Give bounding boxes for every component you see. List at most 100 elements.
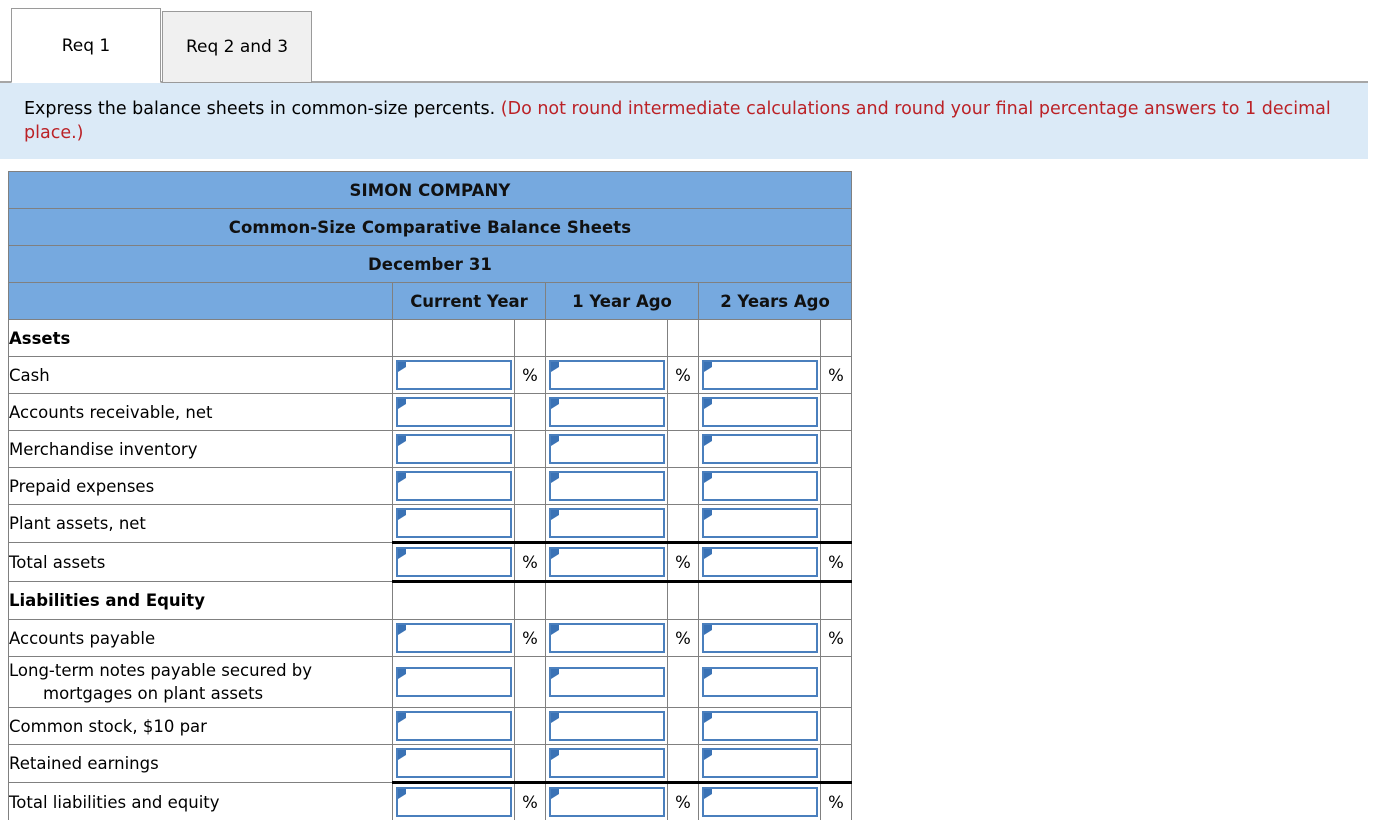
value-cell[interactable] xyxy=(545,656,668,708)
percent-input[interactable] xyxy=(701,508,818,538)
tab-req-2-and-3[interactable]: Req 2 and 3 xyxy=(162,11,312,83)
value-cell[interactable] xyxy=(392,430,515,468)
value-cell[interactable] xyxy=(392,707,515,745)
row-label: Prepaid expenses xyxy=(8,467,393,505)
row-label: Merchandise inventory xyxy=(8,430,393,468)
value-cell[interactable] xyxy=(698,781,821,820)
sheet-row: Common stock, $10 par xyxy=(8,707,852,745)
value-cell[interactable] xyxy=(392,781,515,820)
percent-input[interactable] xyxy=(395,547,512,577)
percent-input[interactable] xyxy=(701,360,818,390)
percent-input[interactable] xyxy=(395,471,512,501)
value-cell[interactable] xyxy=(545,781,668,820)
percent-input[interactable] xyxy=(701,711,818,741)
value-cell[interactable] xyxy=(698,707,821,745)
value-cell[interactable] xyxy=(545,541,668,583)
value-cell[interactable] xyxy=(545,430,668,468)
value-cell[interactable] xyxy=(392,541,515,583)
percent-input[interactable] xyxy=(548,397,665,427)
column-header-row: Current Year 1 Year Ago 2 Years Ago xyxy=(8,282,852,320)
percent-input[interactable] xyxy=(548,787,665,817)
sheet-title-line: December 31 xyxy=(8,245,852,283)
percent-suffix-cell xyxy=(514,656,546,708)
value-cell[interactable] xyxy=(698,356,821,394)
value-cell[interactable] xyxy=(392,467,515,505)
value-cell[interactable] xyxy=(698,393,821,431)
sheet-title-row: Common-Size Comparative Balance Sheets xyxy=(8,208,852,246)
sheet-row: Total assets%%% xyxy=(8,541,852,583)
percent-input[interactable] xyxy=(395,787,512,817)
percent-input[interactable] xyxy=(548,547,665,577)
percent-input[interactable] xyxy=(548,667,665,697)
percent-input[interactable] xyxy=(701,667,818,697)
value-cell[interactable] xyxy=(392,356,515,394)
value-cell[interactable] xyxy=(545,356,668,394)
percent-input[interactable] xyxy=(548,471,665,501)
value-cell[interactable] xyxy=(545,619,668,657)
tab-req-1[interactable]: Req 1 xyxy=(11,8,161,83)
percent-input[interactable] xyxy=(548,748,665,778)
percent-input[interactable] xyxy=(395,711,512,741)
value-cell[interactable] xyxy=(545,467,668,505)
percent-input[interactable] xyxy=(701,397,818,427)
percent-suffix-cell: % xyxy=(667,781,699,820)
value-cell[interactable] xyxy=(698,430,821,468)
column-header-1: Current Year xyxy=(392,282,546,320)
percent-input[interactable] xyxy=(395,748,512,778)
value-cell[interactable] xyxy=(392,619,515,657)
percent-suffix-cell: % xyxy=(514,541,546,583)
value-cell[interactable] xyxy=(698,467,821,505)
percent-input[interactable] xyxy=(395,623,512,653)
value-cell[interactable] xyxy=(392,744,515,783)
value-cell[interactable] xyxy=(392,393,515,431)
row-label: Total assets xyxy=(8,542,393,582)
value-cell[interactable] xyxy=(698,504,821,543)
percent-input[interactable] xyxy=(395,360,512,390)
row-label: Retained earnings xyxy=(8,744,393,783)
value-cell[interactable] xyxy=(545,393,668,431)
percent-suffix-cell xyxy=(514,393,546,431)
percent-suffix-cell xyxy=(667,319,699,357)
value-cell[interactable] xyxy=(392,656,515,708)
value-cell[interactable] xyxy=(698,541,821,583)
percent-input[interactable] xyxy=(548,623,665,653)
sheet-row: Merchandise inventory xyxy=(8,430,852,468)
sheet-title-row: December 31 xyxy=(8,245,852,283)
percent-suffix-cell: % xyxy=(667,541,699,583)
value-cell xyxy=(545,580,668,620)
value-cell[interactable] xyxy=(698,619,821,657)
percent-input[interactable] xyxy=(701,547,818,577)
percent-input[interactable] xyxy=(548,434,665,464)
value-cell[interactable] xyxy=(698,744,821,783)
percent-input[interactable] xyxy=(395,434,512,464)
percent-suffix-cell xyxy=(667,744,699,783)
percent-input[interactable] xyxy=(701,434,818,464)
row-label-line-1: Long-term notes payable secured by xyxy=(9,661,313,680)
row-label: Accounts receivable, net xyxy=(8,393,393,431)
percent-suffix-cell: % xyxy=(820,541,852,583)
percent-input[interactable] xyxy=(701,748,818,778)
percent-input[interactable] xyxy=(701,623,818,653)
percent-input[interactable] xyxy=(548,508,665,538)
percent-input[interactable] xyxy=(395,397,512,427)
value-cell xyxy=(698,580,821,620)
row-label: Total liabilities and equity xyxy=(8,782,393,820)
percent-suffix-cell xyxy=(514,430,546,468)
balance-sheet-container: SIMON COMPANY Common-Size Comparative Bal… xyxy=(0,159,1380,820)
percent-input[interactable] xyxy=(701,787,818,817)
value-cell[interactable] xyxy=(392,504,515,543)
value-cell[interactable] xyxy=(545,744,668,783)
percent-input[interactable] xyxy=(395,667,512,697)
percent-input[interactable] xyxy=(548,711,665,741)
value-cell[interactable] xyxy=(545,707,668,745)
percent-input[interactable] xyxy=(548,360,665,390)
percent-input[interactable] xyxy=(395,508,512,538)
value-cell[interactable] xyxy=(698,656,821,708)
percent-input[interactable] xyxy=(701,471,818,501)
percent-suffix-cell xyxy=(667,430,699,468)
percent-suffix-cell xyxy=(820,707,852,745)
sheet-row: Plant assets, net xyxy=(8,504,852,543)
row-label: Accounts payable xyxy=(8,619,393,657)
row-label: Common stock, $10 par xyxy=(8,707,393,745)
value-cell[interactable] xyxy=(545,504,668,543)
